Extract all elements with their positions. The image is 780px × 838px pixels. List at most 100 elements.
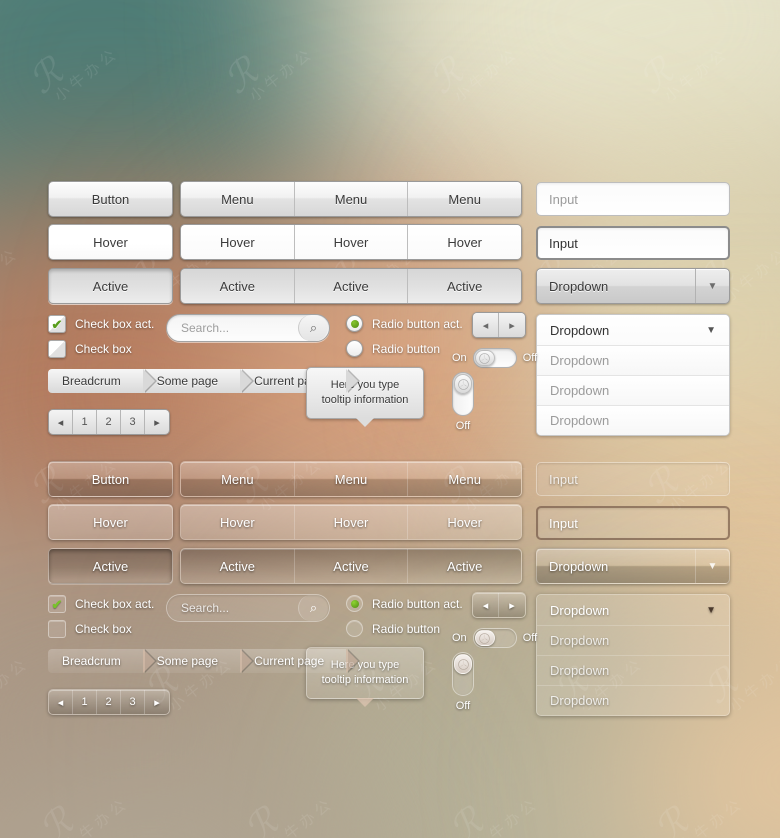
breadcrumb-item-0[interactable]: Breadcrum [48,649,157,673]
menu-bar-default[interactable]: Menu Menu Menu [180,181,522,217]
menu-bar-hover[interactable]: Hover Hover Hover [180,504,522,540]
dropdown-button[interactable]: Dropdown ▼ [536,548,730,584]
toggle-horizontal-group[interactable]: On Off [452,348,537,368]
pagination-page-2[interactable]: 2 [97,410,121,434]
pagination[interactable]: ◂ 1 2 3 ▸ [48,689,170,715]
menu-item-1[interactable]: Menu [294,462,409,496]
checkbox-row-unchecked[interactable]: Check box [48,340,132,358]
pagination-prev-icon[interactable]: ◂ [49,690,73,714]
dropdown-list-item-3[interactable]: Dropdown [537,405,729,435]
checkbox-row-unchecked[interactable]: Check box [48,620,132,638]
dropdown-list-item-0[interactable]: Dropdown ▼ [537,595,729,625]
toggle-switch-vertical[interactable] [452,652,474,696]
toggle-vertical-group[interactable]: Off [452,652,474,712]
search-icon[interactable]: ⌕ [298,595,328,621]
input-filled[interactable]: Input [536,506,730,540]
dropdown-list-item-2[interactable]: Dropdown [537,375,729,405]
nav-prev-icon[interactable]: ◂ [473,313,499,337]
breadcrumb-item-1[interactable]: Some page [142,369,255,393]
radio-row-selected[interactable]: Radio button act. [346,595,463,612]
menu-item-2[interactable]: Active [408,269,521,303]
dropdown-open-list[interactable]: Dropdown ▼ Dropdown Dropdown Dropdown [536,314,730,436]
menu-item-2[interactable]: Hover [408,505,521,539]
button-active[interactable]: Active [48,268,173,304]
checkbox-row-checked[interactable]: ✔ Check box act. [48,315,154,333]
menu-item-0[interactable]: Active [181,269,295,303]
pagination-page-1[interactable]: 1 [73,690,97,714]
breadcrumb-item-0[interactable]: Breadcrum [48,369,157,393]
input-placeholder[interactable]: Input [536,182,730,216]
radio-row-unselected[interactable]: Radio button [346,620,440,637]
menu-bar-default[interactable]: Menu Menu Menu [180,461,522,497]
nav-stepper[interactable]: ◂ ▸ [472,592,526,618]
breadcrumb[interactable]: Breadcrum Some page Current page [48,369,361,393]
menu-bar-hover[interactable]: Hover Hover Hover [180,224,522,260]
dropdown-list-item-3[interactable]: Dropdown [537,685,729,715]
menu-item-0[interactable]: Active [181,549,295,583]
toggle-vertical-group[interactable]: Off [452,372,474,432]
toggle-switch-horizontal[interactable] [472,628,517,648]
checkbox-row-checked[interactable]: ✔ Check box act. [48,595,154,613]
pagination-page-2[interactable]: 2 [97,690,121,714]
toggle-horizontal-group[interactable]: On Off [452,628,537,648]
menu-item-2[interactable]: Menu [408,182,521,216]
button-active[interactable]: Active [48,548,173,584]
checkbox-unchecked[interactable] [48,620,66,638]
menu-item-1[interactable]: Hover [294,225,409,259]
checkbox-unchecked[interactable] [48,340,66,358]
button-default[interactable]: Button [48,181,173,217]
button-default[interactable]: Button [48,461,173,497]
toggle-switch-horizontal[interactable] [472,348,517,368]
menu-item-0[interactable]: Hover [181,225,295,259]
search-icon[interactable]: ⌕ [298,315,328,341]
pagination-page-1[interactable]: 1 [73,410,97,434]
nav-next-icon[interactable]: ▸ [499,593,525,617]
radio-unselected[interactable] [346,620,363,637]
radio-selected[interactable] [346,315,363,332]
nav-next-icon[interactable]: ▸ [499,313,525,337]
breadcrumb[interactable]: Breadcrum Some page Current page [48,649,361,673]
menu-bar-active[interactable]: Active Active Active [180,268,522,304]
dropdown-list-item-1[interactable]: Dropdown [537,345,729,375]
menu-item-0[interactable]: Menu [181,182,295,216]
menu-item-2[interactable]: Active [408,549,521,583]
pagination[interactable]: ◂ 1 2 3 ▸ [48,409,170,435]
dropdown-list-item-1[interactable]: Dropdown [537,625,729,655]
nav-prev-icon[interactable]: ◂ [473,593,499,617]
pagination-page-3[interactable]: 3 [121,410,145,434]
pagination-page-3[interactable]: 3 [121,690,145,714]
input-filled[interactable]: Input [536,226,730,260]
checkbox-checked[interactable]: ✔ [48,595,66,613]
dropdown-list-item-2[interactable]: Dropdown [537,655,729,685]
menu-item-0[interactable]: Hover [181,505,295,539]
breadcrumb-item-1[interactable]: Some page [142,649,255,673]
search-input[interactable]: Search... [167,321,298,335]
toggle-switch-vertical[interactable] [452,372,474,416]
menu-item-2[interactable]: Hover [408,225,521,259]
dropdown-button[interactable]: Dropdown ▼ [536,268,730,304]
button-hover[interactable]: Hover [48,504,173,540]
search-box[interactable]: Search... ⌕ [166,314,330,342]
radio-selected[interactable] [346,595,363,612]
menu-item-2[interactable]: Menu [408,462,521,496]
menu-item-1[interactable]: Menu [294,182,409,216]
menu-item-1[interactable]: Hover [294,505,409,539]
dropdown-open-list[interactable]: Dropdown ▼ Dropdown Dropdown Dropdown [536,594,730,716]
checkbox-checked[interactable]: ✔ [48,315,66,333]
radio-unselected[interactable] [346,340,363,357]
menu-item-0[interactable]: Menu [181,462,295,496]
pagination-next-icon[interactable]: ▸ [145,410,169,434]
search-box[interactable]: Search... ⌕ [166,594,330,622]
button-hover[interactable]: Hover [48,224,173,260]
dropdown-list-item-0[interactable]: Dropdown ▼ [537,315,729,345]
input-placeholder[interactable]: Input [536,462,730,496]
radio-row-selected[interactable]: Radio button act. [346,315,463,332]
pagination-prev-icon[interactable]: ◂ [49,410,73,434]
menu-bar-active[interactable]: Active Active Active [180,548,522,584]
search-input[interactable]: Search... [167,601,298,615]
pagination-next-icon[interactable]: ▸ [145,690,169,714]
menu-item-1[interactable]: Active [294,269,409,303]
nav-stepper[interactable]: ◂ ▸ [472,312,526,338]
radio-row-unselected[interactable]: Radio button [346,340,440,357]
menu-item-1[interactable]: Active [294,549,409,583]
